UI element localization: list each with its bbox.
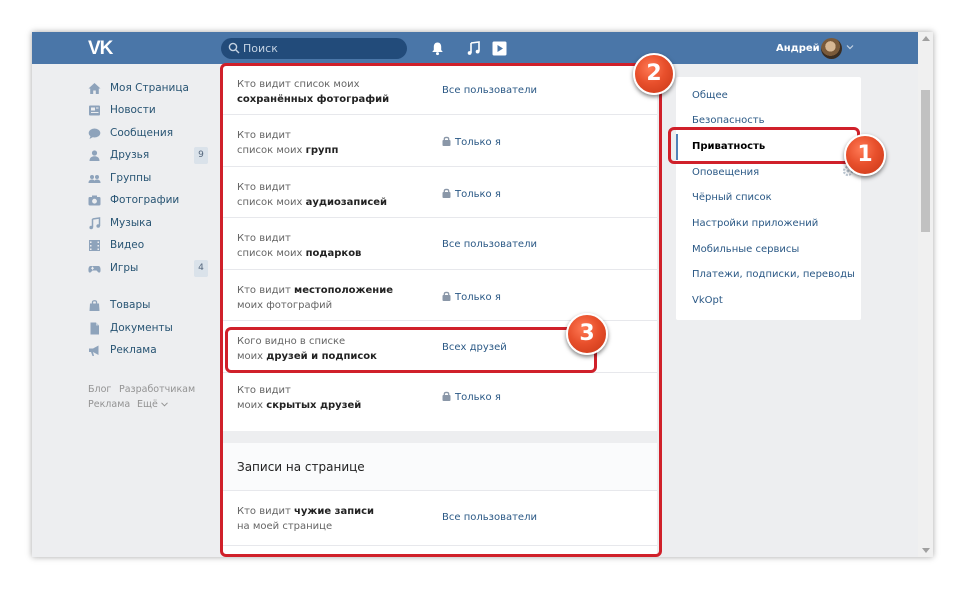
sidebar-item-label: Моя Страница	[110, 82, 189, 94]
menu-item-payments[interactable]: Платежи, подписки, переводы	[692, 269, 855, 280]
megaphone-icon	[89, 345, 99, 356]
camera-icon	[88, 195, 101, 206]
scroll-thumb[interactable]	[921, 90, 930, 232]
document-icon	[90, 322, 99, 335]
search-box[interactable]	[221, 38, 407, 59]
menu-item-security[interactable]: Безопасность	[692, 115, 765, 126]
highlight-friends-row	[225, 327, 597, 373]
scroll-down-arrow-icon[interactable]	[922, 548, 930, 553]
sidebar-item-label: Группы	[110, 172, 152, 184]
sidebar-item-documents[interactable]: Документы	[88, 320, 208, 338]
search-icon	[228, 42, 240, 54]
home-icon	[88, 83, 101, 94]
sidebar-item-friends[interactable]: Друзья 9	[88, 147, 208, 165]
sidebar-item-photos[interactable]: Фотографии	[88, 192, 208, 210]
search-input[interactable]	[243, 38, 403, 59]
friends-icon	[89, 150, 100, 161]
avatar[interactable]	[821, 38, 842, 59]
sidebar-item-video[interactable]: Видео	[88, 237, 208, 255]
sidebar-item-label: Сообщения	[110, 127, 174, 139]
sidebar-item-label: Друзья	[110, 149, 150, 161]
footer-link-blog[interactable]: Блог	[88, 384, 111, 395]
friends-count-badge: 9	[194, 147, 208, 164]
menu-item-notifications[interactable]: Оповещения	[692, 167, 759, 178]
sidebar-item-label: Товары	[110, 299, 151, 311]
games-count-badge: 4	[194, 260, 208, 277]
music-icon	[89, 217, 101, 230]
sidebar-item-label: Фотографии	[110, 194, 180, 206]
sidebar-item-label: Реклама	[110, 344, 157, 356]
bag-icon	[89, 300, 100, 311]
games-icon	[88, 266, 101, 273]
chevron-down-icon[interactable]	[846, 44, 854, 50]
sidebar-item-messages[interactable]: Сообщения	[88, 125, 208, 143]
news-icon	[89, 105, 100, 116]
sidebar-item-ads[interactable]: Реклама	[88, 342, 208, 360]
messages-icon	[88, 128, 101, 139]
scroll-up-arrow-icon[interactable]	[922, 36, 930, 41]
menu-item-vkopt[interactable]: VkOpt	[692, 295, 723, 306]
sidebar-item-music[interactable]: Музыка	[88, 215, 208, 233]
highlight-privacy-menu	[668, 127, 860, 164]
step-badge-2: 2	[633, 53, 675, 95]
scrollbar[interactable]	[918, 32, 933, 557]
groups-icon	[88, 175, 101, 183]
settings-menu: Общее Безопасность Приватность Оповещени…	[676, 77, 861, 320]
sidebar-item-label: Новости	[110, 104, 156, 116]
footer-link-developers[interactable]: Разработчикам	[119, 384, 195, 395]
sidebar-item-goods[interactable]: Товары	[88, 297, 208, 315]
step-badge-1: 1	[844, 134, 886, 176]
user-name[interactable]: Андрей	[776, 43, 820, 54]
sidebar-item-label: Музыка	[110, 217, 152, 229]
sidebar-item-label: Документы	[110, 322, 173, 334]
sidebar-item-label: Видео	[110, 239, 145, 251]
step-badge-3: 3	[566, 313, 608, 355]
browser-viewport: VK Андрей Моя Страница Новости Сообщения…	[32, 32, 933, 557]
sidebar-item-groups[interactable]: Группы	[88, 170, 208, 188]
video-icon	[89, 240, 100, 251]
highlight-privacy-list	[220, 63, 662, 557]
bell-icon[interactable]	[430, 41, 445, 56]
footer-more-label: Ещё	[137, 399, 158, 410]
play-icon[interactable]	[492, 41, 507, 56]
top-header: VK Андрей	[32, 32, 918, 64]
sidebar-item-games[interactable]: Игры 4	[88, 260, 208, 278]
footer-link-ads[interactable]: Реклама	[88, 399, 130, 410]
sidebar-item-label: Игры	[110, 262, 139, 274]
footer-link-more[interactable]: Ещё	[137, 399, 168, 410]
menu-item-mobile-services[interactable]: Мобильные сервисы	[692, 244, 799, 255]
menu-item-general[interactable]: Общее	[692, 90, 728, 101]
menu-item-app-settings[interactable]: Настройки приложений	[692, 218, 818, 229]
vk-logo[interactable]: VK	[88, 38, 113, 60]
sidebar-item-news[interactable]: Новости	[88, 102, 208, 120]
sidebar-item-my-page[interactable]: Моя Страница	[88, 80, 208, 98]
music-note-icon[interactable]	[466, 41, 481, 56]
chevron-down-icon	[160, 402, 168, 407]
menu-item-blacklist[interactable]: Чёрный список	[692, 192, 772, 203]
